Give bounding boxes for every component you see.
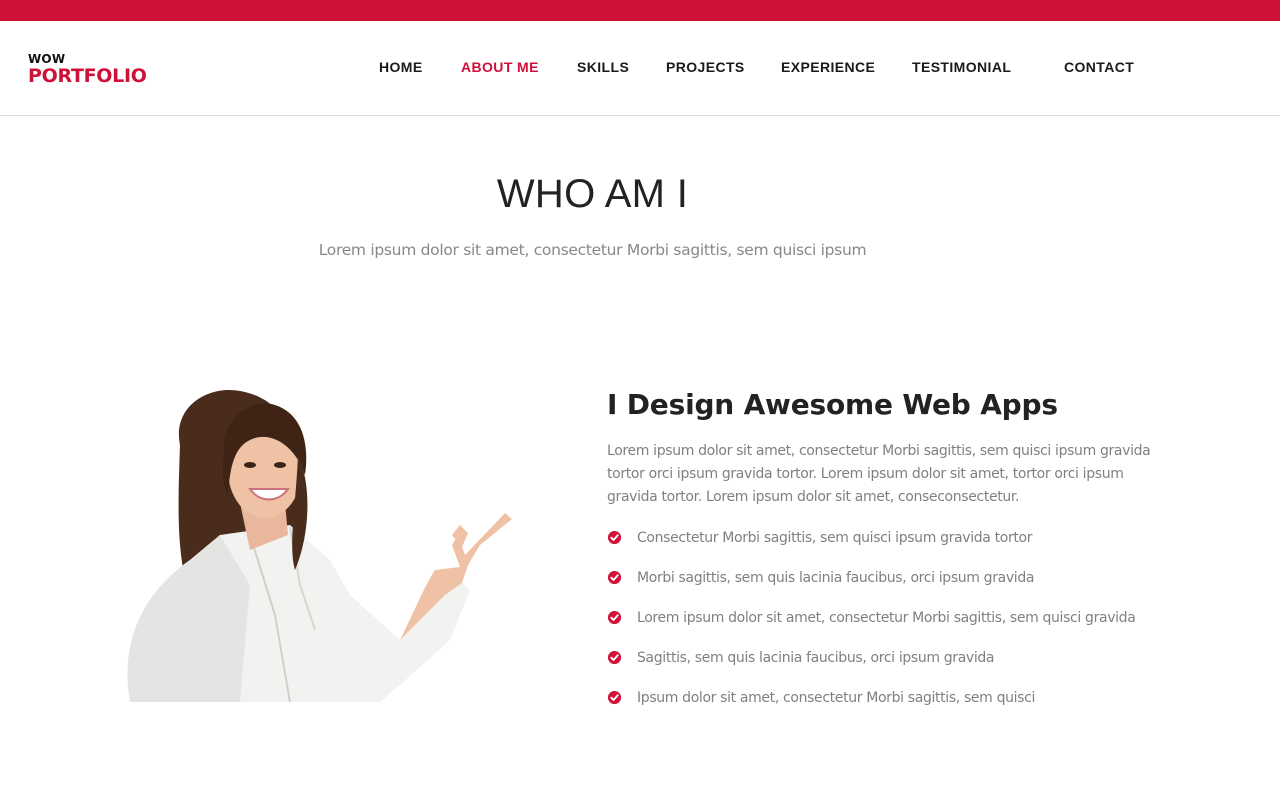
feature-text: Lorem ipsum dolor sit amet, consectetur … <box>637 610 1136 626</box>
feature-item: Sagittis, sem quis lacinia faucibus, orc… <box>607 647 1135 687</box>
feature-list: Consectetur Morbi sagittis, sem quisci i… <box>607 527 1136 727</box>
check-circle-icon <box>607 530 622 545</box>
top-accent-bar <box>0 0 1280 21</box>
section-subtitle: Lorem ipsum dolor sit amet, consectetur … <box>318 241 867 259</box>
woman-pointing-illustration <box>127 389 512 702</box>
feature-text: Consectetur Morbi sagittis, sem quisci i… <box>637 530 1033 546</box>
logo-portfolio: PORTFOLIO <box>28 65 147 87</box>
navbar: WOW PORTFOLIO HOME ABOUT ME SKILLS PROJE… <box>0 21 1280 116</box>
section-title: WHO AM I <box>496 172 689 216</box>
about-heading: I Design Awesome Web Apps <box>607 388 1058 421</box>
nav-home[interactable]: HOME <box>379 59 423 75</box>
nav-experience[interactable]: EXPERIENCE <box>781 59 875 75</box>
feature-text: Morbi sagittis, sem quis lacinia faucibu… <box>637 570 1035 586</box>
feature-item: Consectetur Morbi sagittis, sem quisci i… <box>607 527 1135 567</box>
feature-text: Sagittis, sem quis lacinia faucibus, orc… <box>637 650 995 666</box>
nav-about-me[interactable]: ABOUT ME <box>461 59 539 75</box>
feature-item: Lorem ipsum dolor sit amet, consectetur … <box>607 607 1136 647</box>
check-circle-icon <box>607 610 622 625</box>
feature-item: Ipsum dolor sit amet, consectetur Morbi … <box>607 687 1135 727</box>
feature-text: Ipsum dolor sit amet, consectetur Morbi … <box>637 690 1036 706</box>
nav-projects[interactable]: PROJECTS <box>666 59 745 75</box>
nav-contact[interactable]: CONTACT <box>1064 59 1134 75</box>
about-paragraph: Lorem ipsum dolor sit amet, consectetur … <box>607 443 1151 505</box>
nav-skills[interactable]: SKILLS <box>577 59 629 75</box>
logo[interactable]: WOW PORTFOLIO <box>28 53 147 87</box>
check-circle-icon <box>607 650 622 665</box>
profile-photo <box>100 385 520 702</box>
feature-item: Morbi sagittis, sem quis lacinia faucibu… <box>607 567 1135 607</box>
nav-testimonial[interactable]: TESTIMONIAL <box>912 59 1011 75</box>
check-circle-icon <box>607 570 622 585</box>
check-circle-icon <box>607 690 622 705</box>
